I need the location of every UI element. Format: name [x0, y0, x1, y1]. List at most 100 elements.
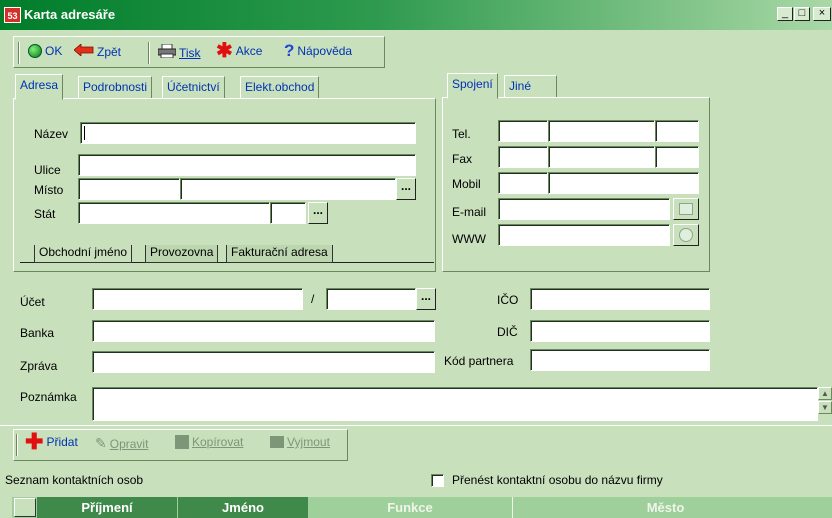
asterisk-icon: ✱ [216, 40, 233, 62]
maximize-button[interactable]: □ [794, 7, 810, 21]
tel-extension-field[interactable] [655, 120, 699, 142]
send-email-button[interactable] [673, 198, 699, 220]
fax-extension-field[interactable] [655, 146, 699, 168]
country-field[interactable] [78, 202, 270, 224]
dic-field[interactable] [530, 320, 710, 342]
help-label: Nápověda [297, 44, 353, 58]
ok-label: OK [45, 44, 63, 58]
tel-prefix-field[interactable] [498, 120, 548, 142]
toolbar-grip [18, 42, 20, 64]
mobile-prefix-field[interactable] [498, 172, 548, 194]
note-field[interactable] [92, 387, 818, 421]
minimize-button[interactable]: _ [777, 7, 793, 21]
fax-label: Fax [452, 152, 473, 166]
close-button[interactable]: × [813, 7, 831, 21]
edit-icon: ✎ [95, 435, 107, 451]
action-label: Akce [235, 44, 263, 58]
tab-ucetnictvi[interactable]: Účetnictví [162, 76, 225, 99]
transfer-contact-label: Přenést kontaktní osobu do názvu firmy [452, 473, 663, 487]
message-label: Zpráva [20, 359, 58, 373]
column-mesto[interactable]: Město [512, 497, 818, 518]
city-label: Místo [34, 183, 64, 197]
plus-icon: ✚ [25, 429, 44, 454]
copy-contact-button[interactable]: Kopírovat [175, 435, 243, 449]
account-label: Účet [20, 295, 45, 309]
city-field[interactable] [180, 178, 396, 200]
ok-button[interactable]: OK [28, 44, 62, 58]
contact-list-label: Seznam kontaktních osob [5, 473, 144, 487]
mobile-label: Mobil [452, 177, 481, 191]
column-funkce[interactable]: Funkce [309, 497, 511, 518]
section-divider [0, 425, 832, 426]
copy-icon [175, 435, 189, 449]
postal-code-field[interactable] [78, 178, 180, 200]
account-number-field[interactable] [92, 288, 303, 310]
www-label: WWW [452, 232, 486, 246]
bank-code-field[interactable] [326, 288, 416, 310]
tab-elekt-obchod[interactable]: Elekt.obchod [240, 76, 320, 99]
bank-field[interactable] [92, 320, 435, 342]
ico-field[interactable] [530, 288, 710, 310]
toolbar-separator [148, 42, 150, 64]
cut-label: Vyjmout [287, 435, 330, 449]
street-label: Ulice [34, 163, 61, 177]
note-scroll-down[interactable]: ▼ [818, 401, 832, 414]
help-button[interactable]: ? Nápověda [284, 41, 353, 60]
email-field[interactable] [498, 198, 670, 220]
transfer-contact-checkbox[interactable] [431, 474, 444, 487]
subtab-provozovna[interactable]: Provozovna [145, 245, 219, 263]
name-field[interactable] [80, 122, 416, 144]
main-toolbar: OK Zpět Tisk ✱ Akce ? Nápověda [13, 36, 385, 68]
country-code-field[interactable] [270, 202, 306, 224]
column-jmeno[interactable]: Jméno [178, 497, 308, 518]
subtab-obchodni-jmeno[interactable]: Obchodní jméno [34, 245, 133, 263]
printer-icon [157, 43, 177, 61]
back-button[interactable]: Zpět [73, 43, 122, 59]
edit-contact-button[interactable]: ✎ Opravit [95, 435, 148, 452]
title-bar [0, 0, 832, 30]
print-button[interactable]: Tisk [157, 43, 201, 61]
country-browse-button[interactable]: ... [308, 202, 328, 224]
note-scroll-up[interactable]: ▲ [818, 387, 832, 400]
bank-browse-button[interactable]: ... [416, 288, 436, 310]
tab-spojeni[interactable]: Spojení [447, 73, 498, 99]
back-label: Zpět [97, 44, 122, 59]
name-label: Název [34, 127, 69, 141]
tab-jine[interactable]: Jiné [504, 75, 557, 98]
street-field[interactable] [78, 154, 416, 176]
cut-contact-button[interactable]: Vyjmout [270, 435, 330, 449]
email-label: E-mail [452, 205, 487, 219]
ok-icon [28, 44, 42, 58]
partner-code-label: Kód partnera [444, 354, 514, 368]
arrow-left-icon [73, 43, 94, 59]
www-field[interactable] [498, 224, 670, 246]
column-prijmeni[interactable]: Příjmení [37, 497, 177, 518]
tel-number-field[interactable] [548, 120, 655, 142]
print-label: Tisk [179, 45, 201, 60]
message-field[interactable] [92, 351, 435, 373]
add-contact-button[interactable]: ✚ Přidat [25, 429, 78, 454]
question-icon: ? [284, 41, 295, 60]
tab-adresa[interactable]: Adresa [15, 74, 64, 100]
note-label: Poznámka [20, 390, 77, 404]
city-browse-button[interactable]: ... [396, 178, 416, 200]
copy-label: Kopírovat [192, 435, 244, 449]
ico-label: IČO [497, 293, 519, 307]
partner-code-field[interactable] [530, 349, 710, 371]
action-button[interactable]: ✱ Akce [216, 40, 263, 62]
add-label: Přidat [46, 435, 78, 449]
globe-icon [679, 228, 693, 242]
window-title: Karta adresáře [24, 7, 116, 22]
mobile-number-field[interactable] [548, 172, 699, 194]
open-web-button[interactable] [673, 224, 699, 246]
tel-label: Tel. [452, 127, 471, 141]
subtab-fakturacni-adresa[interactable]: Fakturační adresa [226, 245, 333, 263]
fax-number-field[interactable] [548, 146, 655, 168]
bank-label: Banka [20, 326, 55, 340]
fax-prefix-field[interactable] [498, 146, 548, 168]
account-slash: / [311, 292, 315, 306]
envelope-icon [679, 203, 693, 215]
cut-icon [270, 436, 284, 448]
tab-podrobnosti[interactable]: Podrobnosti [78, 76, 153, 99]
grid-settings-icon[interactable] [14, 498, 36, 517]
